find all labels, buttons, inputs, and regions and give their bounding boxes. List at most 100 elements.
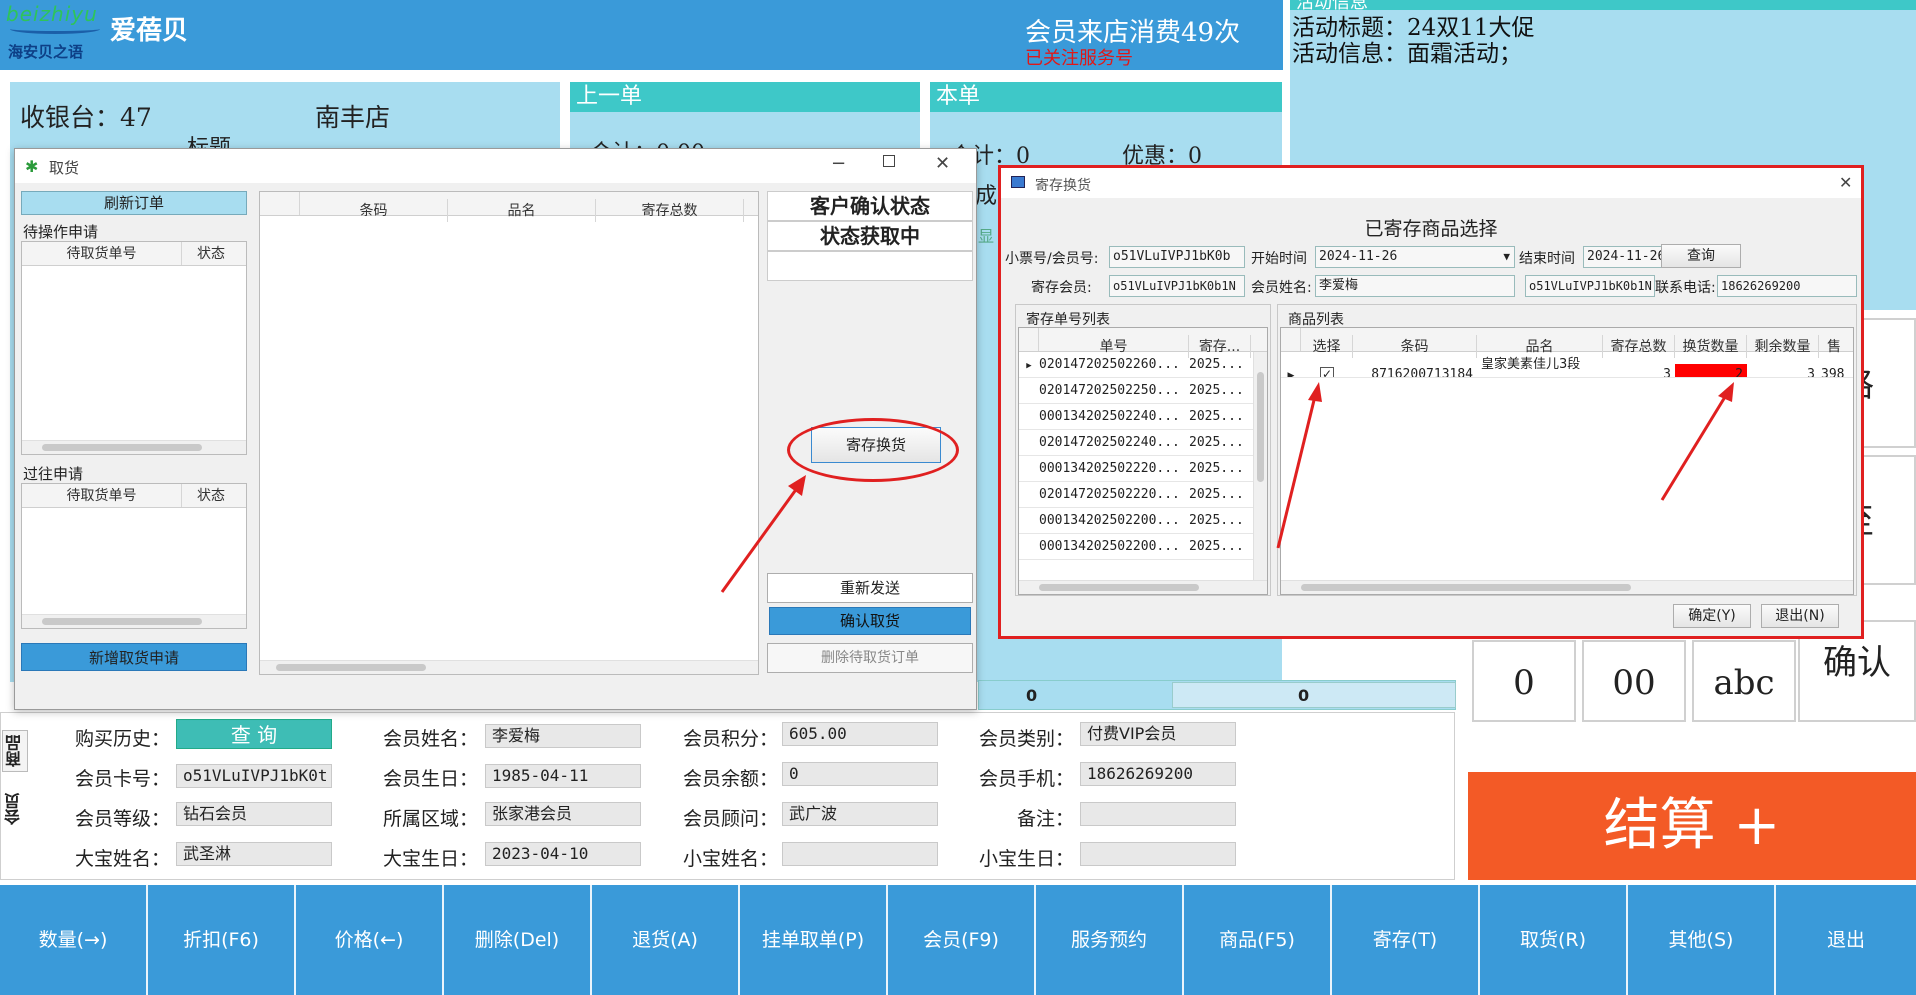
maximize-icon[interactable]	[883, 155, 895, 167]
fkey-service[interactable]: 服务预约	[1036, 885, 1184, 995]
query-button[interactable]: 查询	[1661, 244, 1741, 268]
fkey-other[interactable]: 其他(S)	[1628, 885, 1776, 995]
logo-swoosh	[10, 24, 100, 34]
goods-row[interactable]: ▶ ✓ 8716200713184皇家美素佳儿3段3 2 3 398	[1281, 352, 1853, 378]
member-region-value: 张家港会员	[485, 802, 641, 826]
exchange-ok-button[interactable]: 确定(Y)	[1673, 604, 1751, 628]
goods-exchange-qty[interactable]: 2	[1675, 364, 1747, 377]
state-blank	[767, 251, 973, 281]
pickup-items-hscroll[interactable]	[260, 660, 758, 674]
row-selector-icon: ▶	[1287, 371, 1295, 378]
history-query-button[interactable]: 查 询	[176, 719, 332, 749]
checkout-button[interactable]: 结算 +	[1468, 772, 1916, 880]
checkbox-checked-icon: ✓	[1320, 367, 1334, 377]
member-note-value[interactable]	[1080, 802, 1236, 826]
pickup-col-barcode: 条码	[300, 199, 448, 222]
deposit-member-value: o51VLuIVPJ1bK0b1N	[1109, 275, 1245, 297]
goods-hscroll[interactable]	[1281, 580, 1853, 594]
order-number: 020147202502240...	[1039, 435, 1180, 450]
fkey-goods[interactable]: 商品(F5)	[1184, 885, 1332, 995]
card-value: o51VLuIVPJ1bK0b1N	[1525, 275, 1655, 297]
member-balance-value: 0	[782, 762, 938, 786]
member-type-label: 会员类别：	[978, 728, 1074, 750]
total-b-box	[1172, 682, 1456, 708]
baby2-birthday-value	[1080, 842, 1236, 866]
member-advisor-label: 会员顾问：	[682, 808, 778, 830]
new-pickup-button[interactable]: 新增取货申请	[21, 643, 247, 671]
close-icon[interactable]: ✕	[935, 153, 950, 174]
fkey-return[interactable]: 退货(A)	[592, 885, 740, 995]
confirm-pickup-button[interactable]: 确认取货	[769, 607, 971, 635]
activity-info-line: 活动信息：面霜活动；	[1292, 41, 1522, 67]
pending-group-label: 待操作申请	[23, 223, 99, 241]
fkey-discount[interactable]: 折扣(F6)	[148, 885, 296, 995]
goods-select-checkbox[interactable]: ✓	[1301, 362, 1353, 377]
fkey-delete[interactable]: 删除(Del)	[444, 885, 592, 995]
logo-text: beizhiyu	[6, 2, 98, 26]
order-date: 2025...	[1189, 435, 1244, 450]
order-number: 000134202502200...	[1039, 539, 1180, 554]
order-number: 020147202502250...	[1039, 383, 1180, 398]
row-selector-icon: ▶	[1026, 361, 1032, 371]
fkey-exit[interactable]: 退出	[1776, 885, 1916, 995]
member-points-value: 605.00	[782, 722, 938, 746]
member-level-label: 会员等级：	[74, 808, 170, 830]
fkey-quantity[interactable]: 数量(→)	[0, 885, 148, 995]
exchange-close-icon[interactable]: ✕	[1839, 173, 1852, 192]
order-row[interactable]: 000134202502220... 2025...	[1019, 456, 1255, 482]
order-row[interactable]: 020147202502250... 2025...	[1019, 378, 1255, 404]
baby1-name-value: 武圣淋	[176, 842, 332, 866]
order-row[interactable]: 000134202502240... 2025...	[1019, 404, 1255, 430]
order-row[interactable]: ▶ 020147202502260... 2025...	[1019, 352, 1255, 378]
start-time-label: 开始时间	[1251, 251, 1307, 267]
member-level-value: 钻石会员	[176, 802, 332, 826]
end-time-label: 结束时间	[1519, 251, 1575, 267]
total-a: 0	[1026, 686, 1038, 705]
order-date: 2025...	[1189, 513, 1244, 528]
delete-pending-button[interactable]: 删除待取货订单	[767, 643, 973, 673]
goods-group-label: 商品列表	[1288, 312, 1344, 328]
refresh-orders-button[interactable]: 刷新订单	[21, 191, 247, 215]
order-row[interactable]: 020147202502240... 2025...	[1019, 430, 1255, 456]
key-00[interactable]: 00	[1582, 640, 1686, 722]
order-number: 000134202502200...	[1039, 513, 1180, 528]
goods-group: 商品列表 选择 条码 品名 寄存总数 换货数量 剩余数量售 ▶ ✓ 8716200713184…	[1277, 304, 1857, 596]
pickup-window-icon: ✱	[25, 157, 39, 176]
order-row[interactable]: 000134202502200... 2025...	[1019, 534, 1255, 560]
past-hscroll[interactable]	[22, 614, 246, 628]
member-region-label: 所属区域：	[382, 808, 478, 830]
past-grid-header: 待取货单号 状态	[22, 484, 246, 508]
past-grid: 待取货单号 状态	[21, 483, 247, 629]
orders-hscroll[interactable]	[1019, 580, 1267, 594]
side-tab-goods[interactable]: 商品	[2, 730, 28, 772]
pickup-window-title: 取货	[49, 159, 80, 177]
order-row[interactable]: 000134202502200... 2025...	[1019, 508, 1255, 534]
order-date: 2025...	[1189, 357, 1244, 372]
confirm-state-label: 客户确认状态	[767, 191, 973, 221]
side-tab-member[interactable]: 会员	[2, 788, 28, 830]
pending-grid-header: 待取货单号 状态	[22, 242, 246, 266]
pending-hscroll[interactable]	[22, 440, 246, 454]
exchange-exit-button[interactable]: 退出(N)	[1761, 604, 1839, 628]
fkey-hold[interactable]: 挂单取单(P)	[740, 885, 888, 995]
key-abc[interactable]: abc	[1692, 640, 1796, 722]
goods-total: 3	[1663, 367, 1671, 378]
baby1-name-label: 大宝姓名：	[74, 848, 170, 870]
pickup-items-header: 条码 品名 寄存总数	[260, 192, 758, 222]
ticket-input[interactable]: o51VLuIVPJ1bK0b	[1109, 246, 1245, 268]
order-row[interactable]: 020147202502220... 2025...	[1019, 482, 1255, 508]
member-card-value: o51VLuIVPJ1bK0t	[176, 764, 332, 788]
fkey-pickup[interactable]: 取货(R)	[1480, 885, 1628, 995]
order-date: 2025...	[1189, 383, 1244, 398]
key-0[interactable]: 0	[1472, 640, 1576, 722]
fkey-price[interactable]: 价格(←)	[296, 885, 444, 995]
end-time-value: 2024-11-26	[1587, 249, 1666, 264]
orders-vscroll[interactable]	[1253, 352, 1267, 580]
fkey-deposit[interactable]: 寄存(T)	[1332, 885, 1480, 995]
chevron-down-icon: ▼	[1503, 250, 1510, 263]
minimize-icon[interactable]: −	[831, 153, 846, 174]
annotation-arrow-1	[720, 475, 806, 593]
fkey-member[interactable]: 会员(F9)	[888, 885, 1036, 995]
start-time-picker[interactable]: 2024-11-26 ▼	[1315, 246, 1515, 268]
member-name-value: 李爱梅	[485, 724, 641, 748]
